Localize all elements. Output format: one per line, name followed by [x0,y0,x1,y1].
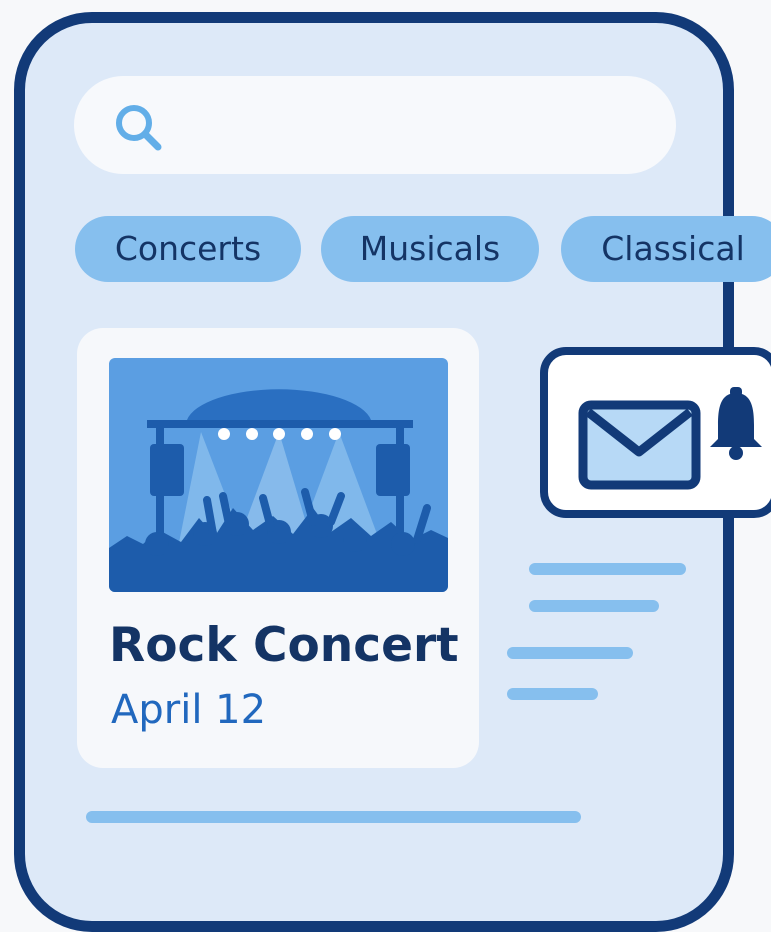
detail-line [529,563,686,575]
event-date: April 12 [111,687,267,733]
envelope-icon[interactable] [578,400,701,490]
footer-line [86,811,581,823]
event-title: Rock Concert [109,618,459,673]
detail-line [529,600,659,612]
search-bar[interactable] [74,76,676,174]
category-chip-classical[interactable]: Classical [561,216,771,282]
concert-stage-image [109,358,448,592]
category-chip-musicals[interactable]: Musicals [321,216,539,282]
detail-line [507,647,633,659]
detail-line [507,688,598,700]
bell-icon[interactable] [708,387,764,461]
search-icon [116,105,162,151]
category-chip-concerts[interactable]: Concerts [75,216,301,282]
event-card[interactable]: Rock Concert April 12 [77,328,479,768]
notification-panel[interactable] [540,347,771,518]
